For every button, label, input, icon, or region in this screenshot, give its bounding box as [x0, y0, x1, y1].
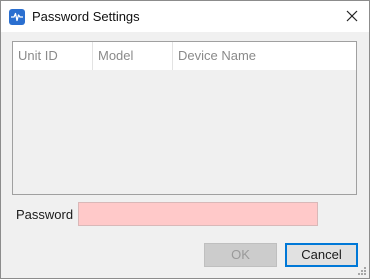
device-list[interactable]: Unit ID Model Device Name: [12, 41, 357, 195]
column-model[interactable]: Model: [93, 42, 173, 70]
title-bar: Password Settings: [1, 1, 369, 32]
close-icon: [346, 10, 358, 22]
resize-grip-icon[interactable]: [357, 266, 367, 276]
column-unit-id[interactable]: Unit ID: [13, 42, 93, 70]
close-button[interactable]: [339, 4, 365, 28]
password-input[interactable]: [78, 202, 318, 226]
password-settings-dialog: Password Settings Unit ID Model Device N…: [0, 0, 370, 279]
waveform-icon: [9, 9, 25, 25]
device-list-header: Unit ID Model Device Name: [13, 42, 356, 70]
ok-button[interactable]: OK: [204, 243, 277, 267]
password-label: Password: [16, 207, 74, 222]
dialog-title: Password Settings: [32, 9, 140, 24]
column-device-name[interactable]: Device Name: [173, 42, 356, 70]
cancel-button[interactable]: Cancel: [285, 243, 358, 267]
